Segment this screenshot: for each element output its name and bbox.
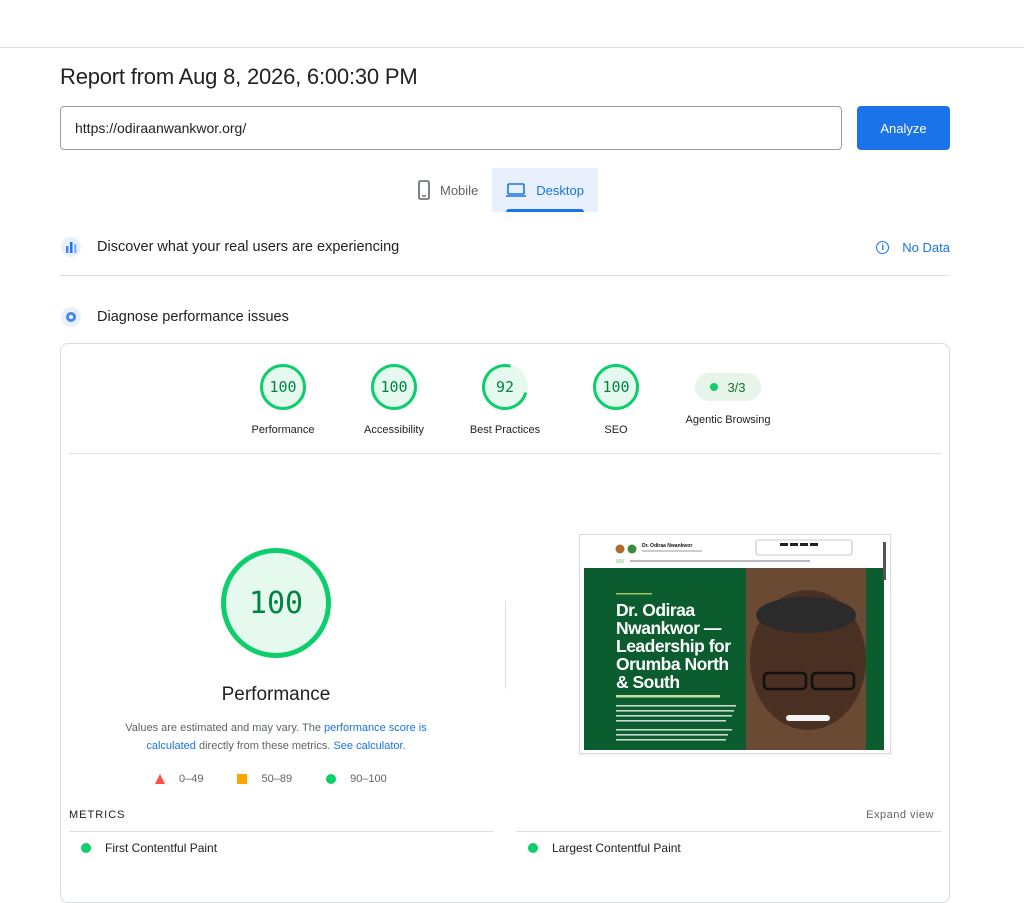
tab-mobile-label: Mobile xyxy=(440,182,479,198)
legend-pass: 90–100 xyxy=(326,773,387,785)
card-divider xyxy=(69,453,942,454)
gauge-best-practices[interactable]: 92 Best Practices xyxy=(450,355,560,436)
gauge-agentic-browsing[interactable]: 3/3 Agentic Browsing xyxy=(673,364,783,426)
desc-text: Values are estimated and may vary. The xyxy=(125,722,324,734)
score-legend: 0–49 50–89 90–100 xyxy=(155,773,421,785)
fail-triangle-icon xyxy=(155,774,165,784)
agentic-value: 3/3 xyxy=(727,379,746,395)
legend-fail-label: 0–49 xyxy=(179,773,204,785)
metrics-divider xyxy=(516,831,942,832)
device-tabs: Mobile Desktop xyxy=(404,168,598,212)
agentic-pill: 3/3 xyxy=(695,373,761,401)
pass-circle-icon xyxy=(326,774,337,784)
vertical-divider xyxy=(505,601,506,689)
legend-average-label: 50–89 xyxy=(261,773,293,785)
metrics-heading: METRICS xyxy=(69,809,126,821)
gauge-score: 92 xyxy=(473,355,537,419)
metric-first-contentful-paint: First Contentful Paint xyxy=(81,841,217,855)
gauge-performance[interactable]: 100 Performance xyxy=(228,364,338,436)
lab-data-title: Diagnose performance issues xyxy=(97,309,289,325)
gauge-label: SEO xyxy=(604,424,628,436)
field-data-section: Discover what your real users are experi… xyxy=(60,236,950,258)
pass-dot-icon xyxy=(710,383,719,391)
gauge-accessibility[interactable]: 100 Accessibility xyxy=(339,364,449,436)
performance-label: Performance xyxy=(221,684,331,705)
tab-desktop-label: Desktop xyxy=(536,182,584,198)
desc-text: directly from these metrics. xyxy=(195,740,334,752)
average-square-icon xyxy=(237,774,248,784)
no-data-indicator[interactable]: i No Data xyxy=(876,240,950,255)
diagnose-icon xyxy=(60,306,82,328)
no-data-label: No Data xyxy=(902,239,950,255)
metric-label: Largest Contentful Paint xyxy=(552,841,681,855)
legend-fail: 0–49 xyxy=(155,773,203,785)
lab-data-section: Diagnose performance issues xyxy=(60,306,950,328)
gauge-label: Best Practices xyxy=(469,424,541,436)
gauge-label: Agentic Browsing xyxy=(685,414,771,426)
desktop-icon xyxy=(506,183,527,197)
gauge-score-text: 92 xyxy=(495,378,515,396)
field-data-title: Discover what your real users are experi… xyxy=(97,239,400,255)
url-input[interactable] xyxy=(60,106,842,150)
gauge-seo[interactable]: 100 SEO xyxy=(561,364,671,436)
metrics-divider xyxy=(69,831,494,832)
legend-pass-label: 90–100 xyxy=(350,773,387,785)
performance-card: 100 Performance 100 Accessibility 92 Bes… xyxy=(60,343,950,903)
report-title: Report from Aug 8, 2026, 6:00:30 PM xyxy=(60,64,418,89)
expand-view-toggle[interactable]: Expand view xyxy=(866,809,934,821)
metric-largest-contentful-paint: Largest Contentful Paint xyxy=(528,841,681,855)
pass-circle-icon xyxy=(81,843,91,853)
score-gauges: 100 Performance 100 Accessibility 92 Bes… xyxy=(61,355,949,444)
gauge-score: 100 xyxy=(593,364,639,410)
pass-circle-icon xyxy=(528,843,538,853)
analyze-button[interactable]: Analyze xyxy=(857,106,950,150)
thumb-site-name: Dr. Odiraa Nwankwor xyxy=(642,543,692,549)
mobile-icon xyxy=(418,180,430,200)
page-screenshot[interactable]: Dr. Odiraa Nwankwor Dr. Odiraa Nwankwor … xyxy=(579,534,891,754)
performance-description: Values are estimated and may vary. The p… xyxy=(106,719,446,755)
performance-score-gauge: 100 xyxy=(221,548,331,658)
top-bar xyxy=(0,0,1024,48)
tab-mobile[interactable]: Mobile xyxy=(404,168,492,212)
info-icon: i xyxy=(876,240,890,254)
gauge-score: 100 xyxy=(260,364,306,410)
see-calculator-link[interactable]: See calculator. xyxy=(333,740,405,752)
legend-average: 50–89 xyxy=(237,773,292,785)
gauge-score: 100 xyxy=(371,364,417,410)
gauge-label: Accessibility xyxy=(364,424,424,436)
gauge-label: Performance xyxy=(251,424,315,436)
section-divider xyxy=(60,275,950,276)
tab-desktop[interactable]: Desktop xyxy=(492,168,598,212)
users-chart-icon xyxy=(60,236,82,258)
metric-label: First Contentful Paint xyxy=(105,841,218,855)
